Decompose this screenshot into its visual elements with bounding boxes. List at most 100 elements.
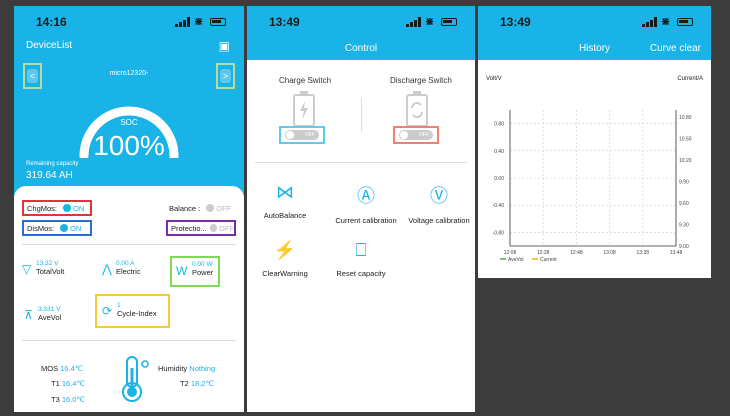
signal-icon (175, 16, 190, 27)
balance-state: OFF (216, 203, 232, 213)
t3-temp-value: 16.0℃ (61, 395, 85, 404)
chg-mos-toggle[interactable]: ChgMos: ON (22, 200, 92, 216)
y-right-tick-label: 9.90 (679, 180, 689, 186)
discharge-switch-state: OFF (399, 130, 433, 140)
protection-toggle[interactable]: Protectio... OFF (166, 220, 236, 236)
power-metric: W 0.00 W Power (170, 256, 220, 287)
toggle-dot-icon (60, 224, 69, 232)
scan-icon[interactable]: ▣ (219, 39, 230, 53)
curve-clear-button[interactable]: Curve clear (650, 43, 701, 54)
t1-temp-row: T1 16.4℃ (51, 379, 85, 388)
clear-warning-icon: ⚡ (273, 240, 297, 260)
y-right-tick-label: 10.20 (679, 158, 692, 164)
clear-warning-label: ClearWarning (262, 269, 308, 278)
battery-detail-card: ChgMos: ON DisMos: ON Balance : OFF Prot… (14, 186, 244, 412)
autobalance-button[interactable]: ⋈ AutoBalance (261, 182, 309, 220)
reset-capacity-icon: ⎕ (355, 240, 367, 260)
status-icons: ⋇ (642, 15, 693, 28)
soc-value: 100% (93, 130, 165, 161)
humidity-value: Nothing (189, 364, 216, 373)
soc-label: SOC (120, 118, 138, 127)
current-calibration-icon: Ⓐ (357, 186, 375, 206)
t1-temp-label: T1 (51, 379, 60, 388)
history-chart: 0.80 0.40 0.00 -0.40 -0.80 10.80 10.50 10.20 9.9… (493, 110, 692, 263)
current-calibration-button[interactable]: Ⓐ Current calibration (325, 182, 407, 225)
mos-temp-label: MOS (41, 364, 59, 373)
voltage-icon: ▽ (22, 262, 32, 276)
t3-temp-label: T3 (51, 395, 60, 404)
y-right-tick-label: 10.50 (679, 137, 692, 143)
t2-temp-label: T2 (180, 379, 189, 388)
balance-label: Balance : (169, 203, 201, 213)
electric-label: Electric (116, 267, 141, 276)
current-icon: ⋀ (102, 262, 112, 276)
dis-mos-toggle[interactable]: DisMos: ON (22, 220, 92, 236)
page-title: Control (344, 43, 378, 54)
dis-mos-state: ON (70, 223, 82, 233)
y-axis-left-title: Volt/V (486, 76, 502, 82)
mos-temp-value: 16.4℃ (60, 364, 84, 373)
thermometer-icon (122, 356, 149, 402)
power-label: Power (192, 268, 214, 277)
electric-metric: ⋀ 0.00 A Electric (102, 260, 141, 276)
wifi-icon: ⋇ (425, 16, 437, 28)
cycle-icon: ⟳ (102, 304, 113, 318)
charge-battery-icon (293, 91, 315, 127)
x-tick-label: 12:08 (504, 250, 517, 256)
balance-toggle[interactable]: Balance : OFF (164, 200, 236, 216)
protection-label: Protectio... (171, 223, 207, 233)
legend-label-current: Current (540, 257, 557, 263)
control-header: 13:49 ⋇ Control (247, 6, 475, 60)
chg-mos-label: ChgMos: (27, 203, 58, 213)
voltage-calibration-label: Voltage calibration (408, 216, 470, 225)
discharge-battery-icon (406, 91, 428, 127)
switch-divider (361, 98, 362, 132)
discharge-switch-label: Discharge Switch (390, 76, 452, 85)
status-icons: ⋇ (175, 15, 226, 28)
ave-vol-value: 3.331 V (38, 306, 61, 313)
signal-icon (406, 16, 421, 27)
charge-switch-state: OFF (285, 130, 319, 140)
y-left-tick-label: 0.40 (494, 149, 504, 155)
y-left-tick-label: 0.00 (494, 176, 504, 182)
total-volt-label: TotalVolt (36, 267, 65, 276)
x-tick-label: 12:48 (570, 250, 583, 256)
voltage-calibration-icon: Ⓥ (430, 186, 448, 206)
toggle-dot-icon (206, 204, 215, 212)
humidity-row: Humidity Nothing (158, 364, 215, 373)
discharge-switch-toggle[interactable]: OFF (393, 126, 439, 144)
x-tick-label: 13:48 (670, 250, 683, 256)
device-list-link[interactable]: DeviceList (26, 40, 72, 51)
status-bar: 14:16 ⋇ (14, 6, 244, 36)
history-screen: 13:49 ⋇ History Curve clear Volt/V Curre… (478, 6, 711, 278)
divider (22, 244, 236, 245)
voltage-calibration-button[interactable]: Ⓥ Voltage calibration (403, 182, 475, 225)
y-axis-right-title: Current/A (677, 76, 703, 82)
status-time: 13:49 (500, 15, 531, 29)
mos-temp-row: MOS 16.4℃ (41, 364, 83, 373)
reset-capacity-button[interactable]: ⎕ Reset capacity (333, 240, 389, 278)
y-right-tick-label: 9.30 (679, 223, 689, 229)
protection-state: OFF (219, 223, 234, 233)
battery-status-icon (210, 17, 226, 26)
control-screen: 13:49 ⋇ Control Charge Switch OFF Discha… (247, 6, 475, 412)
t1-temp-value: 16.4℃ (61, 379, 85, 388)
t3-temp-row: T3 16.0℃ (51, 395, 85, 404)
status-icons: ⋇ (406, 15, 457, 28)
dis-mos-label: DisMos: (27, 223, 55, 233)
cycle-index-metric: ⟳ 1 Cycle-Index (95, 294, 170, 328)
remaining-capacity-label: Remaining capacity (26, 161, 79, 167)
history-header: 13:49 ⋇ History Curve clear (478, 6, 711, 60)
battery-header: 14:16 ⋇ DeviceList ▣ < > micro12320- SOC… (14, 6, 244, 196)
ave-vol-label: AveVol (38, 313, 62, 322)
clear-warning-button[interactable]: ⚡ ClearWarning (259, 240, 311, 278)
charge-switch-label: Charge Switch (279, 76, 332, 85)
divider (22, 340, 236, 341)
status-bar: 13:49 ⋇ (478, 6, 711, 36)
battery-status-icon (441, 17, 457, 26)
charge-switch-toggle[interactable]: OFF (279, 126, 325, 144)
legend-label-avevol: AveVol (508, 257, 523, 263)
humidity-label: Humidity (158, 364, 188, 373)
status-time: 14:16 (36, 15, 67, 29)
total-volt-value: 13.32 V (36, 260, 59, 267)
